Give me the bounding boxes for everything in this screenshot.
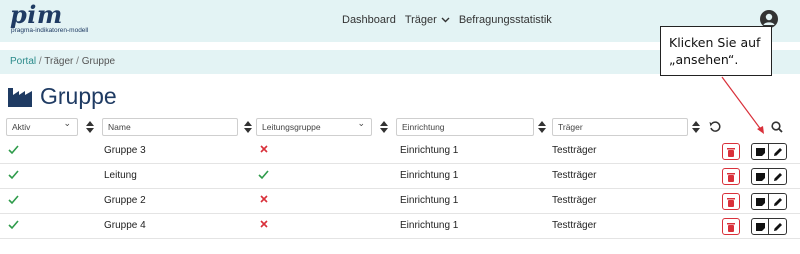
edit-icon — [773, 222, 782, 231]
breadcrumb-separator: / — [38, 56, 42, 67]
callout-line-1: Klicken Sie auf — [669, 35, 761, 50]
view-button[interactable] — [751, 218, 769, 235]
filter-name-placeholder: Name — [108, 122, 131, 132]
active-check-icon — [8, 220, 19, 230]
view-button[interactable] — [751, 143, 769, 160]
delete-button[interactable] — [722, 193, 740, 210]
filter-leitungsgruppe-select[interactable]: Leitungsgruppe — [256, 118, 372, 136]
table-row: Gruppe 2 Einrichtung 1 Testträger — [0, 190, 800, 214]
filter-traeger-placeholder: Träger — [558, 122, 583, 132]
table-row: Leitung Einrichtung 1 Testträger — [0, 165, 800, 189]
leitung-no-icon — [260, 145, 268, 153]
cell-einrichtung: Einrichtung 1 — [400, 220, 459, 231]
delete-icon — [727, 222, 735, 232]
table-row: Gruppe 4 Einrichtung 1 Testträger — [0, 215, 800, 239]
delete-button[interactable] — [722, 218, 740, 235]
filter-traeger-input[interactable]: Träger — [552, 118, 688, 136]
factory-icon — [8, 88, 32, 107]
breadcrumb-traeger[interactable]: Träger — [44, 56, 73, 67]
cell-traeger: Testträger — [552, 220, 597, 231]
leitung-no-icon — [260, 195, 268, 203]
cell-name: Gruppe 4 — [104, 220, 146, 231]
page-header: Gruppe — [8, 82, 117, 110]
sort-aktiv-icon[interactable] — [86, 121, 94, 133]
view-button[interactable] — [751, 168, 769, 185]
sort-traeger-icon[interactable] — [692, 121, 700, 133]
filter-aktiv-select[interactable]: Aktiv — [6, 118, 78, 136]
edit-button[interactable] — [769, 143, 787, 160]
cell-einrichtung: Einrichtung 1 — [400, 170, 459, 181]
filter-einrichtung-placeholder: Einrichtung — [402, 122, 445, 132]
filter-einrichtung-input[interactable]: Einrichtung — [396, 118, 534, 136]
cell-traeger: Testträger — [552, 195, 597, 206]
active-check-icon — [8, 195, 19, 205]
instruction-callout: Klicken Sie auf „ansehen“. — [660, 26, 772, 76]
table-row: Gruppe 3 Einrichtung 1 Testträger — [0, 140, 800, 164]
nav-traeger-label: Träger — [404, 14, 437, 26]
logo-subtitle: pragma-indikatoren-modell — [11, 27, 89, 34]
leitung-yes-icon — [258, 170, 269, 180]
view-icon — [755, 223, 765, 231]
edit-button[interactable] — [769, 193, 787, 210]
edit-icon — [773, 172, 782, 181]
breadcrumb-separator: / — [76, 56, 79, 67]
sort-leitungsgruppe-icon[interactable] — [380, 121, 388, 133]
sort-einrichtung-icon[interactable] — [538, 121, 546, 133]
cell-traeger: Testträger — [552, 145, 597, 156]
cell-name: Leitung — [104, 170, 137, 181]
edit-button[interactable] — [769, 218, 787, 235]
edit-button[interactable] — [769, 168, 787, 185]
cell-name: Gruppe 2 — [104, 195, 146, 206]
view-button[interactable] — [751, 193, 769, 210]
cell-einrichtung: Einrichtung 1 — [400, 145, 459, 156]
cell-name: Gruppe 3 — [104, 145, 146, 156]
page-title: Gruppe — [40, 82, 117, 109]
callout-line-2: „ansehen“. — [669, 52, 739, 67]
sort-name-icon[interactable] — [244, 121, 252, 133]
delete-icon — [727, 147, 735, 157]
nav-dashboard[interactable]: Dashboard — [342, 14, 396, 26]
view-icon — [755, 148, 765, 156]
view-icon — [755, 198, 765, 206]
filter-row: Aktiv Name Leitungsgruppe Einrichtung Tr… — [6, 118, 796, 136]
nav-dashboard-label: Dashboard — [342, 14, 396, 26]
delete-icon — [727, 172, 735, 182]
filter-leitungsgruppe-label: Leitungsgruppe — [262, 122, 321, 132]
edit-icon — [773, 147, 782, 156]
nav-befragungsstatistik-label: Befragungsstatistik — [458, 14, 552, 26]
chevron-down-icon — [441, 17, 450, 23]
active-check-icon — [8, 170, 19, 180]
breadcrumb: Portal / Träger / Gruppe — [10, 56, 115, 67]
edit-icon — [773, 197, 782, 206]
nav-traeger[interactable]: Träger — [405, 14, 450, 26]
callout-arrow-icon — [721, 76, 764, 134]
delete-button[interactable] — [722, 143, 740, 160]
leitung-no-icon — [260, 220, 268, 228]
search-icon[interactable] — [770, 120, 784, 134]
main-nav: Dashboard Träger Befragungsstatistik — [342, 14, 552, 26]
filter-name-input[interactable]: Name — [102, 118, 238, 136]
delete-button[interactable] — [722, 168, 740, 185]
logo-mark: pim — [10, 0, 63, 29]
nav-befragungsstatistik[interactable]: Befragungsstatistik — [459, 14, 552, 26]
logo[interactable]: pim pragma-indikatoren-modell — [10, 0, 130, 39]
filter-aktiv-label: Aktiv — [12, 122, 31, 132]
delete-icon — [727, 197, 735, 207]
breadcrumb-portal[interactable]: Portal — [10, 56, 36, 67]
breadcrumb-gruppe: Gruppe — [81, 56, 116, 67]
view-icon — [755, 173, 765, 181]
active-check-icon — [8, 145, 19, 155]
cell-traeger: Testträger — [552, 170, 597, 181]
cell-einrichtung: Einrichtung 1 — [400, 195, 459, 206]
